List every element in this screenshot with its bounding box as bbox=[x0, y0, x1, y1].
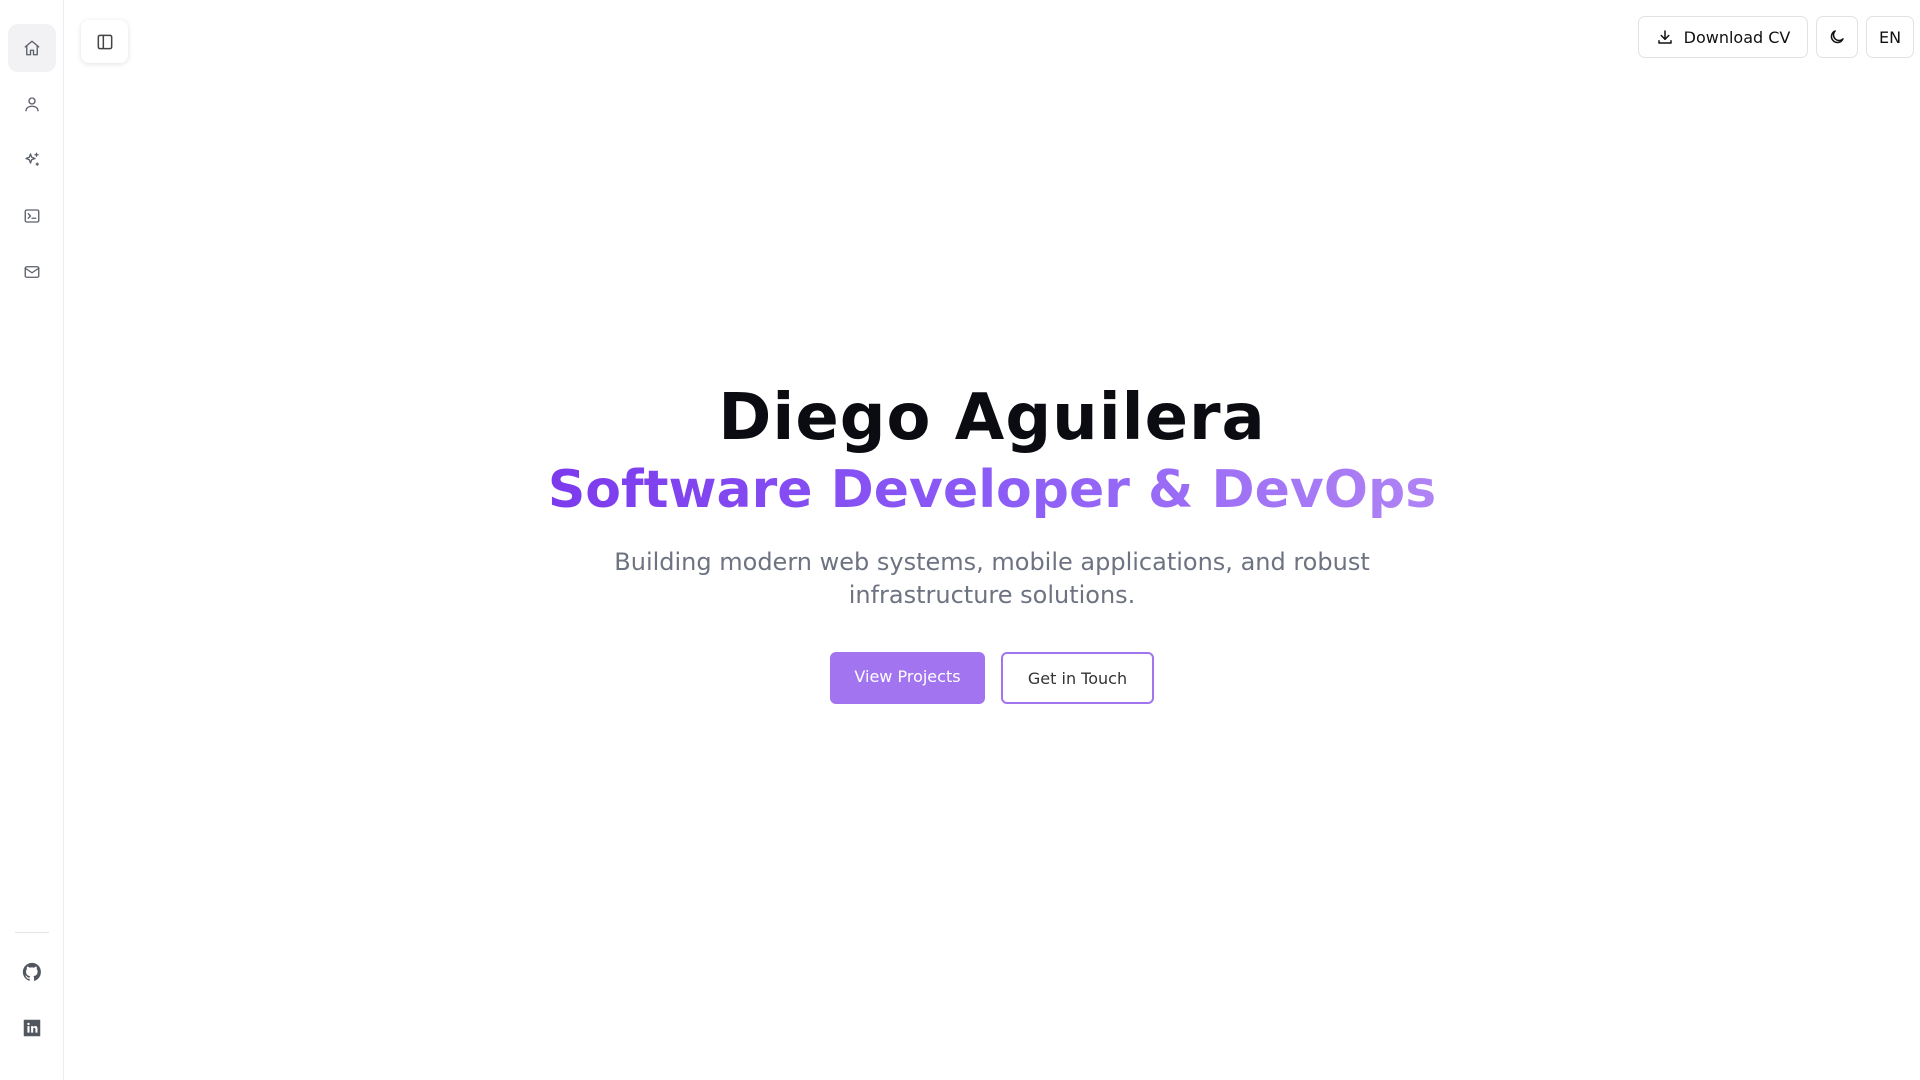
terminal-icon bbox=[24, 209, 40, 223]
nav-about-button[interactable] bbox=[8, 80, 56, 128]
nav-skills-button[interactable] bbox=[8, 136, 56, 184]
view-projects-button[interactable]: View Projects bbox=[830, 652, 985, 705]
hero-tagline: Building modern web systems, mobile appl… bbox=[614, 548, 1370, 610]
github-icon bbox=[22, 962, 41, 981]
sidebar-panel-icon bbox=[97, 34, 112, 49]
linkedin-link[interactable] bbox=[8, 1004, 56, 1052]
hero-section: Diego Aguilera Software Developer & DevO… bbox=[64, 380, 1920, 705]
user-icon bbox=[25, 97, 39, 112]
theme-toggle-button[interactable] bbox=[1816, 16, 1858, 58]
language-toggle-button[interactable]: EN bbox=[1866, 16, 1914, 58]
nav-contact-button[interactable] bbox=[8, 248, 56, 296]
toggle-sidebar-button[interactable] bbox=[81, 20, 128, 63]
moon-icon bbox=[1830, 30, 1844, 44]
nav-home-button[interactable] bbox=[8, 24, 56, 72]
mail-icon bbox=[24, 266, 40, 278]
sparkles-icon bbox=[25, 152, 40, 166]
home-icon bbox=[24, 40, 40, 56]
hero-actions: View Projects Get in Touch bbox=[64, 652, 1920, 705]
sidebar bbox=[0, 0, 64, 1080]
hero-name: Diego Aguilera bbox=[718, 381, 1266, 455]
sidebar-divider bbox=[15, 932, 49, 933]
download-cv-button[interactable]: Download CV bbox=[1638, 16, 1808, 58]
github-link[interactable] bbox=[8, 948, 56, 996]
download-icon bbox=[1657, 30, 1672, 44]
hero-role: Software Developer & DevOps bbox=[548, 457, 1436, 525]
download-cv-label: Download CV bbox=[1683, 27, 1791, 47]
linkedin-icon bbox=[23, 1019, 41, 1037]
nav-projects-button[interactable] bbox=[8, 192, 56, 240]
get-in-touch-button[interactable]: Get in Touch bbox=[1001, 652, 1154, 705]
